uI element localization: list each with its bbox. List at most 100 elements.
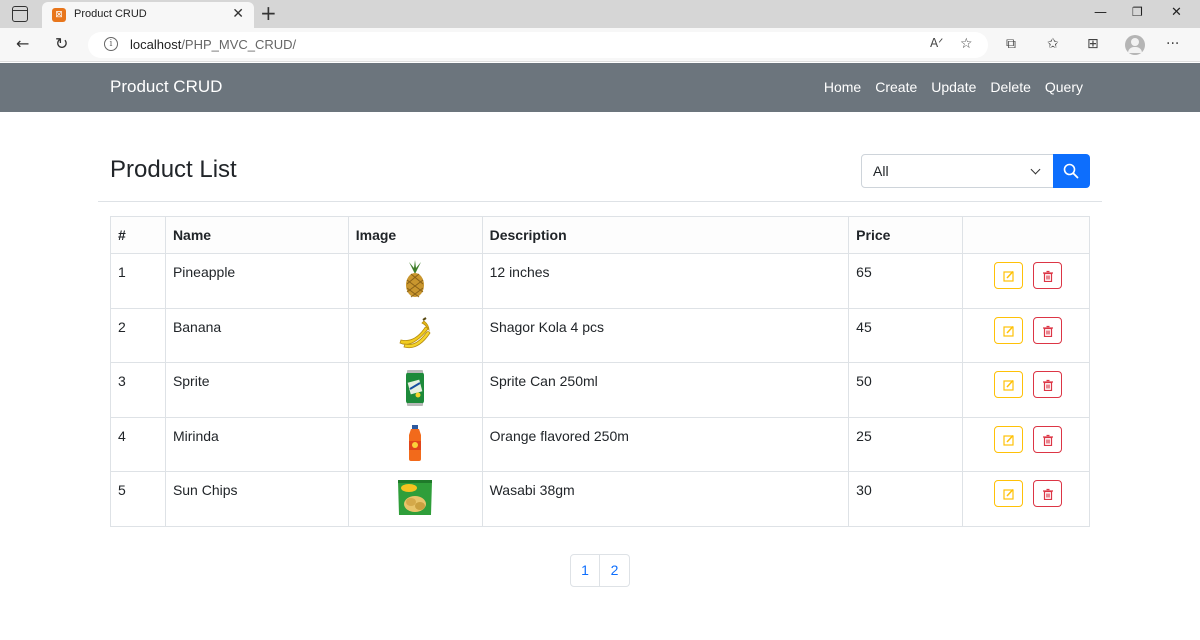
- cell-image: [347, 307, 483, 363]
- cell-name: Sprite: [164, 362, 349, 418]
- pineapple-image: [406, 260, 425, 298]
- cell-price: 25: [848, 416, 964, 472]
- new-tab-icon[interactable]: +: [260, 2, 277, 24]
- delete-button[interactable]: [1033, 371, 1063, 398]
- edit-button[interactable]: [994, 316, 1024, 344]
- cell-actions: [962, 307, 1090, 363]
- table-row: 4 Mirinda Orange flavored 250m 25: [110, 416, 1090, 472]
- info-icon[interactable]: i: [104, 37, 118, 51]
- sun-chips-bag-image: [398, 480, 433, 515]
- header-divider: [98, 201, 1102, 202]
- favorite-star-icon[interactable]: ☆: [960, 36, 973, 52]
- edit-button[interactable]: [994, 262, 1024, 289]
- search-button[interactable]: [1053, 154, 1090, 188]
- nav-create[interactable]: Create: [875, 79, 917, 95]
- cell-price: 50: [848, 362, 964, 418]
- tab-actions-icon[interactable]: [12, 6, 28, 22]
- nav-links: Home Create Update Delete Query: [824, 79, 1083, 95]
- edit-button[interactable]: [994, 480, 1024, 507]
- navbar-brand[interactable]: Product CRUD: [110, 77, 222, 97]
- cell-image: [347, 253, 483, 309]
- nav-home[interactable]: Home: [824, 79, 861, 95]
- banana-image: [399, 316, 431, 348]
- profile-avatar[interactable]: [1125, 35, 1145, 55]
- col-header-name: Name: [164, 216, 349, 254]
- cell-actions: [962, 362, 1090, 418]
- cell-description: Shagor Kola 4 pcs: [481, 307, 850, 363]
- col-header-actions: [962, 216, 1090, 254]
- page-link-1[interactable]: 1: [570, 554, 600, 587]
- table-row: 2 Banana Shagor Kola 4 pcs 45: [110, 307, 1090, 363]
- delete-button[interactable]: [1033, 480, 1063, 507]
- trash-icon: [1043, 379, 1054, 391]
- delete-button[interactable]: [1033, 262, 1063, 289]
- url-field[interactable]: i localhost/PHP_MVC_CRUD/: [88, 32, 988, 58]
- cell-name: Banana: [164, 307, 349, 363]
- cell-name: Mirinda: [164, 416, 349, 472]
- edit-icon: [1003, 488, 1014, 500]
- cell-image: [347, 471, 483, 527]
- cell-actions: [962, 253, 1090, 309]
- edit-icon: [1003, 434, 1014, 446]
- edit-icon: [1003, 270, 1014, 282]
- nav-delete[interactable]: Delete: [990, 79, 1030, 95]
- table-row: 5 Sun Chips Wasabi 38gm 30: [110, 471, 1090, 527]
- delete-button[interactable]: [1033, 425, 1063, 453]
- cell-image: [347, 362, 483, 418]
- cell-description: Sprite Can 250ml: [481, 362, 850, 418]
- sprite-can-image: [406, 370, 425, 406]
- close-window-icon[interactable]: ✕: [1171, 5, 1182, 20]
- delete-button[interactable]: [1033, 316, 1063, 344]
- filter-selected-value: All: [873, 163, 889, 179]
- cell-description: Wasabi 38gm: [481, 471, 850, 527]
- col-header-id: #: [110, 216, 166, 254]
- restore-icon[interactable]: ❐: [1132, 5, 1143, 19]
- cell-image: [347, 416, 483, 472]
- cell-description: 12 inches: [481, 253, 850, 309]
- edit-icon: [1003, 325, 1014, 337]
- browser-tab-bar: ⊠ Product CRUD ✕ + — ❐ ✕: [0, 0, 1200, 28]
- edit-button[interactable]: [994, 425, 1024, 453]
- edit-icon: [1003, 379, 1014, 391]
- tab-title: Product CRUD: [74, 8, 147, 20]
- url-text[interactable]: localhost/PHP_MVC_CRUD/: [130, 37, 296, 52]
- page-title: Product List: [110, 156, 237, 183]
- nav-update[interactable]: Update: [931, 79, 976, 95]
- cell-actions: [962, 471, 1090, 527]
- collections-icon[interactable]: ⊞: [1087, 36, 1099, 52]
- cell-description: Orange flavored 250m: [481, 416, 850, 472]
- minimize-icon[interactable]: —: [1094, 5, 1107, 20]
- table-row: 1 Pineapple 12 inches 65: [110, 253, 1090, 309]
- cell-id: 3: [110, 362, 166, 418]
- category-filter-select[interactable]: All: [861, 154, 1054, 188]
- back-icon[interactable]: ←: [16, 34, 29, 53]
- pagination: 1 2: [570, 554, 630, 587]
- app-navbar: Product CRUD Home Create Update Delete Q…: [0, 63, 1200, 112]
- cell-actions: [962, 416, 1090, 472]
- edit-button[interactable]: [994, 371, 1024, 398]
- nav-query[interactable]: Query: [1045, 79, 1083, 95]
- cell-name: Sun Chips: [164, 471, 349, 527]
- trash-icon: [1043, 434, 1054, 446]
- search-icon: [1063, 163, 1079, 179]
- col-header-description: Description: [481, 216, 850, 254]
- cell-id: 5: [110, 471, 166, 527]
- product-table: # Name Image Description Price 1 Pineapp…: [110, 216, 1090, 527]
- read-aloud-icon[interactable]: Aᐟ: [930, 36, 943, 50]
- col-header-image: Image: [347, 216, 483, 254]
- cell-id: 4: [110, 416, 166, 472]
- col-header-price: Price: [848, 216, 964, 254]
- extensions-icon[interactable]: ⧉: [1006, 36, 1016, 52]
- more-menu-icon[interactable]: ···: [1166, 36, 1179, 52]
- favorites-icon[interactable]: ✩: [1047, 36, 1059, 52]
- browser-tab[interactable]: ⊠ Product CRUD ✕: [42, 2, 254, 28]
- refresh-icon[interactable]: ↻: [55, 34, 68, 53]
- cell-price: 65: [848, 253, 964, 309]
- cell-price: 45: [848, 307, 964, 363]
- trash-icon: [1043, 488, 1054, 500]
- page-link-2[interactable]: 2: [600, 554, 630, 587]
- trash-icon: [1043, 325, 1054, 337]
- table-header-row: # Name Image Description Price: [110, 216, 1090, 254]
- close-tab-icon[interactable]: ✕: [232, 6, 244, 22]
- address-bar: ← ↻ i localhost/PHP_MVC_CRUD/ Aᐟ ☆ ⧉ ✩ ⊞…: [0, 28, 1200, 62]
